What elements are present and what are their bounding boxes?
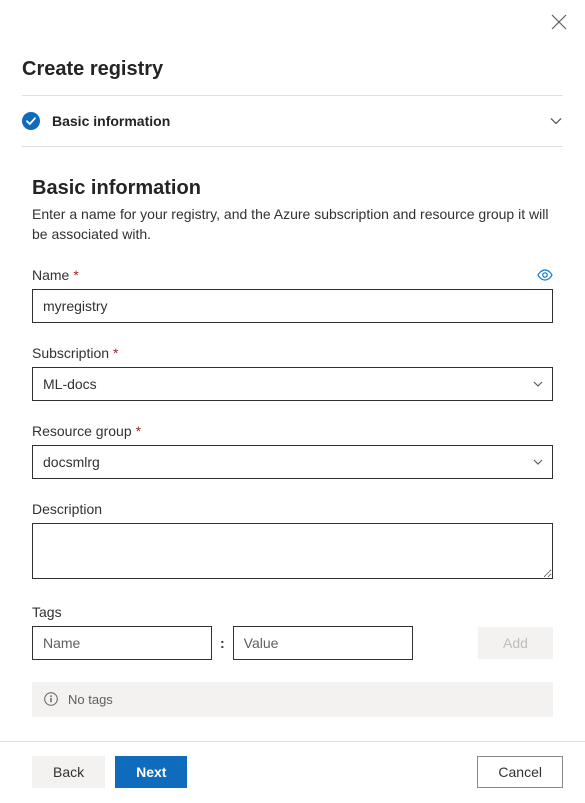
close-button[interactable] [551, 14, 567, 33]
tags-label: Tags [32, 604, 62, 620]
back-button[interactable]: Back [32, 756, 105, 788]
description-input[interactable] [32, 523, 553, 579]
cancel-button[interactable]: Cancel [477, 756, 563, 788]
field-tags: Tags : Add No tags [32, 604, 553, 717]
section-header-basic-info[interactable]: Basic information [22, 96, 563, 146]
required-indicator: * [73, 267, 78, 283]
chevron-down-icon [549, 114, 563, 128]
required-indicator: * [113, 345, 118, 361]
add-tag-button: Add [478, 627, 553, 659]
chevron-down-icon [532, 456, 544, 468]
subscription-select[interactable]: ML-docs [32, 367, 553, 401]
resource-group-label: Resource group [32, 423, 132, 439]
field-description: Description [32, 501, 553, 582]
resource-group-select[interactable]: docsmlrg [32, 445, 553, 479]
close-icon [551, 14, 567, 30]
required-indicator: * [136, 423, 141, 439]
page-title: Create registry [22, 0, 563, 95]
tags-separator: : [220, 635, 225, 651]
name-input[interactable] [32, 289, 553, 323]
form-heading: Basic information [32, 177, 553, 200]
form-subtext: Enter a name for your registry, and the … [32, 204, 553, 245]
tag-value-input[interactable] [233, 626, 413, 660]
field-resource-group: Resource group * docsmlrg [32, 423, 553, 479]
footer-actions: Back Next Cancel [0, 742, 585, 788]
subscription-value: ML-docs [43, 376, 532, 392]
resource-group-value: docsmlrg [43, 454, 532, 470]
description-label: Description [32, 501, 102, 517]
field-subscription: Subscription * ML-docs [32, 345, 553, 401]
tag-name-input[interactable] [32, 626, 212, 660]
form-basic-info: Basic information Enter a name for your … [0, 147, 585, 717]
chevron-down-icon [532, 378, 544, 390]
info-icon [44, 692, 58, 706]
checkmark-circle-icon [22, 112, 40, 130]
no-tags-message: No tags [32, 682, 553, 717]
next-button[interactable]: Next [115, 756, 187, 788]
eye-icon [537, 269, 553, 281]
section-header-label: Basic information [52, 113, 549, 129]
no-tags-text: No tags [68, 692, 113, 707]
name-label: Name [32, 267, 69, 283]
subscription-label: Subscription [32, 345, 109, 361]
field-name: Name * [32, 267, 553, 323]
preview-toggle[interactable] [537, 269, 553, 281]
